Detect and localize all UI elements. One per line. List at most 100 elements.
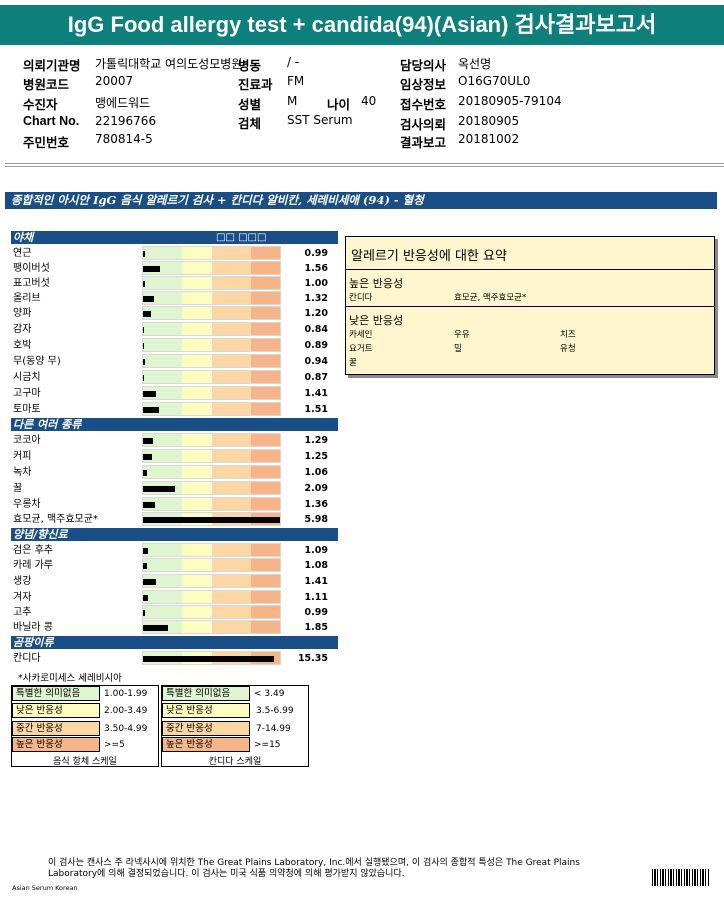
reactivity-scale — [142, 481, 281, 495]
receipt-value: 20180905-79104 — [458, 94, 562, 108]
food-name: 토마토 — [13, 404, 41, 415]
food-name: 호박 — [13, 340, 32, 351]
food-row: 토마토 1.51 — [11, 402, 328, 417]
category-title: 곰팡이류 — [13, 636, 54, 649]
legend-caption: 음식 항체 스케일 — [53, 757, 117, 767]
recipient-label: 수진자 — [23, 98, 58, 112]
hospital-code-label: 병원코드 — [23, 78, 70, 92]
food-name: 연근 — [13, 248, 32, 259]
food-row: 검은 후추 1.09 — [11, 543, 328, 558]
low-item: 치즈 — [560, 330, 576, 340]
reactivity-scale — [142, 497, 281, 511]
value-bar — [143, 470, 147, 476]
food-name: 올리브 — [13, 293, 41, 304]
specimen-label: 검체 — [238, 117, 262, 131]
dept-label: 진료과 — [238, 78, 273, 92]
footer-disclaimer: 이 검사는 캔사스 주 라넥사시에 위치한 The Great Plains L… — [48, 858, 580, 879]
food-value: 0.94 — [304, 356, 328, 367]
value-bar — [143, 595, 148, 601]
food-name: 칸디다 — [13, 653, 41, 664]
value-bar — [143, 343, 144, 349]
value-bar — [143, 375, 144, 381]
food-value: 1.41 — [304, 576, 328, 587]
food-row: 꿀 2.09 — [11, 481, 328, 496]
rrn-value: 780814-5 — [95, 132, 153, 146]
specimen-value: SST Serum — [287, 113, 353, 127]
reactivity-scale — [142, 449, 281, 463]
value-bar — [143, 656, 274, 662]
food-row: 생강 1.41 — [11, 574, 328, 589]
food-value: 1.08 — [304, 560, 328, 571]
legend-range: >=5 — [104, 740, 125, 750]
low-item: 밀 — [454, 344, 462, 354]
reactivity-scale — [142, 651, 281, 665]
value-bar — [143, 610, 145, 616]
legend-label: 중간 반응성 — [162, 721, 250, 736]
food-name: 고추 — [13, 607, 32, 618]
institution-value: 가톨릭대학교 여의도성모병원 — [95, 57, 243, 71]
category-header-fungi: 곰팡이류 — [11, 636, 338, 649]
legend-range: < 3.49 — [254, 689, 285, 699]
barcode — [652, 869, 710, 886]
summary-title: 알레르기 반응성에 대한 요약 — [351, 249, 507, 264]
food-value: 0.87 — [304, 372, 328, 383]
recipient-value: 맹에드워드 — [95, 96, 151, 110]
result-value: 20181002 — [458, 132, 520, 146]
food-value: 1.85 — [304, 622, 328, 633]
food-value: 1.36 — [304, 499, 328, 510]
dept-value: FM — [287, 74, 305, 88]
legend-range: 3.5-6.99 — [256, 706, 294, 716]
low-item: 요거트 — [349, 344, 373, 354]
food-antibody-legend: 특별한 의미없음 1.00-1.99 낮은 반응성 2.00-3.49 중간 반… — [11, 685, 159, 767]
section-banner: 종합적인 아시안 IgG 음식 알레르기 검사 + 칸디다 알비칸, 세레비세애… — [5, 192, 717, 209]
food-name: 양파 — [13, 308, 32, 319]
institution-label: 의뢰기관명 — [23, 59, 81, 73]
food-name: 효모균, 맥주효모균* — [13, 514, 98, 525]
age-value: 40 — [361, 94, 377, 108]
food-name: 겨자 — [13, 592, 32, 603]
reactivity-scale — [142, 246, 281, 260]
value-bar — [143, 266, 160, 272]
food-name: 감자 — [13, 324, 32, 335]
food-name: 바닐라 콩 — [13, 622, 53, 633]
value-bar — [143, 311, 151, 317]
reactivity-scale — [142, 386, 281, 400]
food-row: 우롱차 1.36 — [11, 497, 328, 512]
food-row: 고구마 1.41 — [11, 386, 328, 401]
food-value: 1.09 — [304, 545, 328, 556]
request-value: 20180905 — [458, 114, 520, 128]
reactivity-scale — [142, 276, 281, 290]
sex-value: M — [287, 94, 298, 108]
value-bar — [143, 407, 159, 413]
reactivity-scale — [142, 291, 281, 305]
food-value: 5.98 — [304, 514, 328, 525]
reactivity-scale — [142, 402, 281, 416]
report-title: IgG Food allergy test + candida(94)(Asia… — [0, 5, 724, 45]
value-bar — [143, 296, 154, 302]
category-subheader: □□ □□□ — [216, 232, 267, 243]
reactivity-scale — [142, 338, 281, 352]
low-item: 카세인 — [349, 330, 373, 340]
food-value: 1.00 — [304, 278, 328, 289]
reactivity-scale — [142, 433, 281, 447]
food-row: 겨자 1.11 — [11, 590, 328, 605]
food-name: 검은 후추 — [13, 545, 53, 556]
sex-label: 성별 — [238, 98, 262, 112]
ward-label: 병동 — [238, 59, 262, 73]
food-row: 팽이버섯 1.56 — [11, 261, 328, 276]
value-bar — [143, 625, 168, 631]
category-title: 양념/향신료 — [13, 528, 68, 541]
legend-range: 3.50-4.99 — [104, 724, 148, 734]
divider — [5, 163, 724, 164]
food-row: 커피 1.25 — [11, 449, 328, 464]
rrn-label: 주민번호 — [23, 136, 70, 150]
footnote: *사카로미세스 세레비시아 — [18, 673, 122, 684]
reactivity-scale — [142, 543, 281, 557]
category-header-spices: 양념/향신료 — [11, 528, 338, 541]
food-row: 무(동양 무) 0.94 — [11, 354, 328, 369]
value-bar — [143, 251, 145, 257]
value-bar — [143, 438, 153, 444]
value-bar — [143, 327, 144, 333]
reactivity-scale — [142, 261, 281, 275]
value-bar — [143, 359, 145, 365]
